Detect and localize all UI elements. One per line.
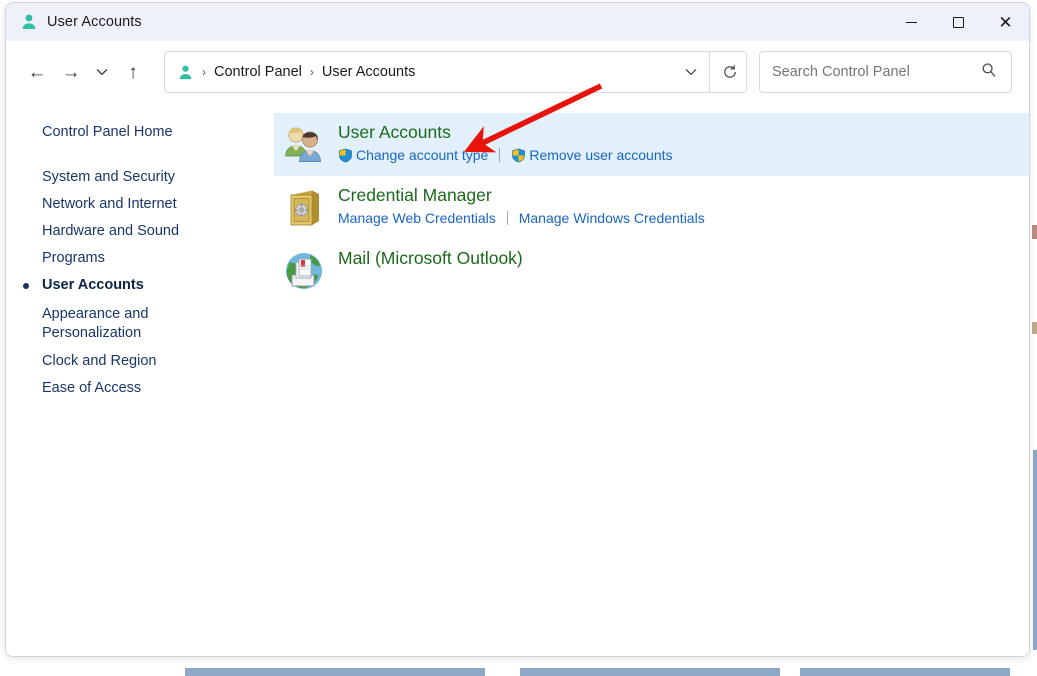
category-text-block: Mail (Microsoft Outlook) xyxy=(338,247,523,269)
chevron-down-icon xyxy=(685,69,697,76)
breadcrumb-item-user-accounts[interactable]: User Accounts xyxy=(316,61,422,83)
sidebar-item-ease-of-access[interactable]: Ease of Access xyxy=(6,375,274,402)
link-label: Manage Web Credentials xyxy=(338,210,496,226)
link-change-account-type[interactable]: Change account type xyxy=(338,147,488,163)
category-title-user-accounts[interactable]: User Accounts xyxy=(338,122,451,143)
forward-button[interactable]: → xyxy=(54,55,88,89)
sidebar-item-appearance-and-personalization[interactable]: Appearance and Personalization xyxy=(6,299,274,348)
category-user-accounts[interactable]: User Accounts Change account type Remove… xyxy=(274,113,1029,176)
breadcrumb-separator: › xyxy=(202,65,206,79)
sidebar-item-label: Hardware and Sound xyxy=(42,223,180,240)
user-account-icon xyxy=(177,64,194,81)
refresh-icon xyxy=(724,65,736,78)
breadcrumb: › Control Panel › User Accounts xyxy=(200,61,421,83)
link-label: Manage Windows Credentials xyxy=(518,210,705,226)
window-controls: ✕ xyxy=(888,3,1029,41)
sidebar-item-programs[interactable]: Programs xyxy=(6,245,274,272)
sidebar-item-label: Network and Internet xyxy=(42,196,177,213)
address-bar[interactable]: › Control Panel › User Accounts xyxy=(164,51,747,93)
search-input[interactable] xyxy=(772,64,981,80)
maximize-button[interactable] xyxy=(935,3,982,41)
control-panel-window: User Accounts ✕ ← → ↑ › Control Panel › … xyxy=(5,2,1030,657)
desktop-side-hint-2 xyxy=(1032,322,1037,334)
minimize-button[interactable] xyxy=(888,3,935,41)
link-manage-web-credentials[interactable]: Manage Web Credentials xyxy=(338,210,496,226)
sidebar-item-label: Programs xyxy=(42,250,105,267)
sidebar-item-label: System and Security xyxy=(42,169,175,186)
window-titlebar: User Accounts ✕ xyxy=(6,3,1029,41)
search-icon xyxy=(981,62,997,83)
desktop-taskbar-hint-3 xyxy=(800,668,1010,676)
user-account-icon xyxy=(20,13,38,31)
category-list: User Accounts Change account type Remove… xyxy=(274,103,1029,656)
mail-globe-icon xyxy=(281,248,327,294)
sidebar-item-label: User Accounts xyxy=(42,277,144,294)
category-credential-manager[interactable]: Credential Manager Manage Web Credential… xyxy=(274,176,1029,239)
navigation-toolbar: ← → ↑ › Control Panel › User Accounts Se… xyxy=(6,41,1029,103)
address-bar-divider xyxy=(709,51,710,93)
forward-arrow-icon: → xyxy=(61,61,81,83)
sidebar-item-label: Clock and Region xyxy=(42,353,157,370)
window-body: Control Panel Home System and Security N… xyxy=(6,103,1029,656)
sidebar-item-label: Appearance and Personalization xyxy=(42,305,149,341)
sidebar-item-network-and-internet[interactable]: Network and Internet xyxy=(6,191,274,218)
desktop-side-hint-3 xyxy=(1033,450,1037,650)
back-arrow-icon: ← xyxy=(27,61,47,83)
close-button[interactable]: ✕ xyxy=(982,3,1029,41)
address-dropdown-button[interactable] xyxy=(675,55,707,89)
category-text-block: User Accounts Change account type Remove… xyxy=(338,121,673,163)
uac-shield-icon xyxy=(338,148,353,163)
link-divider xyxy=(499,148,501,162)
desktop-taskbar-hint-1 xyxy=(185,668,485,676)
category-title-credential-manager[interactable]: Credential Manager xyxy=(338,185,492,206)
category-title-mail-outlook[interactable]: Mail (Microsoft Outlook) xyxy=(338,248,523,269)
sidebar-navigation: Control Panel Home System and Security N… xyxy=(6,103,274,656)
up-button[interactable]: ↑ xyxy=(116,55,150,89)
desktop-bottom-strip xyxy=(0,658,1037,676)
sidebar-item-control-panel-home[interactable]: Control Panel Home xyxy=(6,119,274,146)
up-arrow-icon: ↑ xyxy=(128,61,138,83)
category-links: Manage Web Credentials Manage Windows Cr… xyxy=(338,210,705,226)
uac-shield-icon xyxy=(511,148,526,163)
link-manage-windows-credentials[interactable]: Manage Windows Credentials xyxy=(519,210,705,226)
vault-icon xyxy=(281,185,327,231)
link-remove-user-accounts[interactable]: Remove user accounts xyxy=(511,147,673,163)
sidebar-item-hardware-and-sound[interactable]: Hardware and Sound xyxy=(6,218,274,245)
search-box[interactable] xyxy=(759,51,1012,93)
breadcrumb-separator: › xyxy=(309,65,314,79)
link-label: Change account type xyxy=(356,147,489,163)
link-label: Remove user accounts xyxy=(529,147,673,163)
back-button[interactable]: ← xyxy=(20,55,54,89)
sidebar-item-system-and-security[interactable]: System and Security xyxy=(6,164,274,191)
breadcrumb-item-control-panel[interactable]: Control Panel xyxy=(208,61,308,83)
recent-locations-button[interactable] xyxy=(88,55,116,89)
desktop-taskbar-hint-2 xyxy=(520,668,780,676)
link-divider xyxy=(506,211,508,225)
sidebar-item-clock-and-region[interactable]: Clock and Region xyxy=(6,348,274,375)
category-links: Change account type Remove user accounts xyxy=(338,147,673,163)
category-mail-outlook[interactable]: Mail (Microsoft Outlook) xyxy=(274,239,1029,302)
sidebar-item-label: Ease of Access xyxy=(42,380,142,397)
chevron-down-icon xyxy=(96,69,108,76)
category-text-block: Credential Manager Manage Web Credential… xyxy=(338,184,705,226)
sidebar-item-label: Control Panel Home xyxy=(42,124,173,141)
window-title: User Accounts xyxy=(47,13,142,30)
sidebar-item-user-accounts[interactable]: User Accounts xyxy=(6,272,274,299)
refresh-button[interactable] xyxy=(714,55,746,89)
desktop-side-hint-1 xyxy=(1032,225,1037,239)
two-users-icon xyxy=(281,122,327,168)
